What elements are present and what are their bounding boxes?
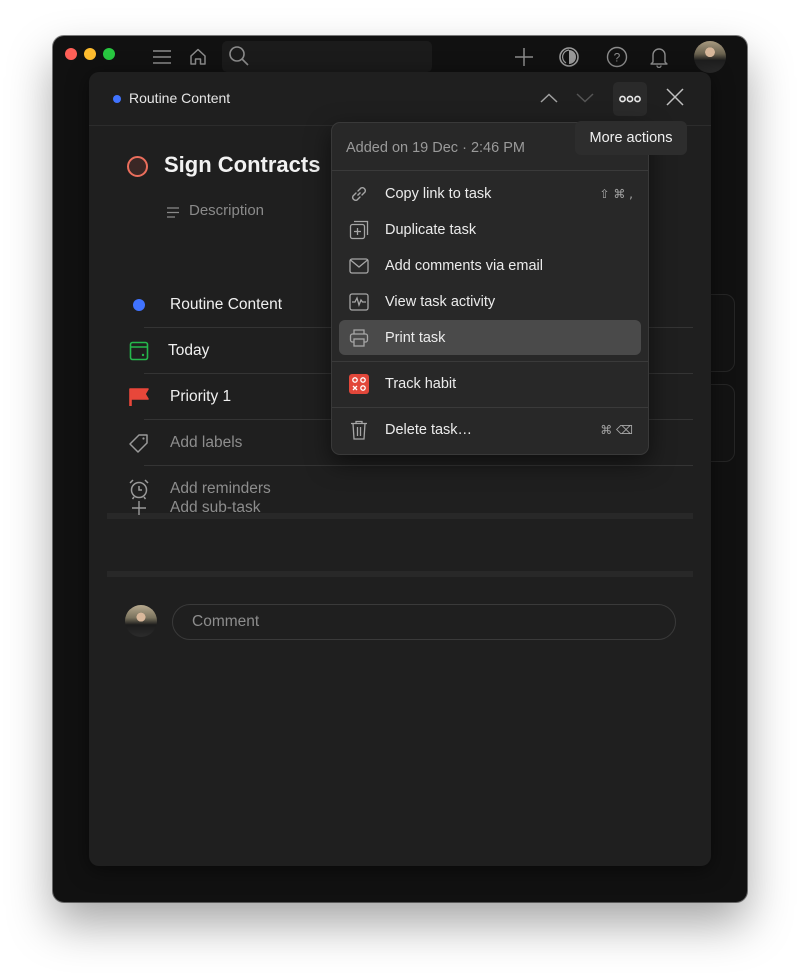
due-date-label: Today — [168, 342, 210, 359]
shortcut-hint: ⇧ ⌘ , — [599, 186, 634, 201]
plus-icon — [131, 500, 147, 521]
menu-item-label: Copy link to task — [385, 185, 492, 202]
svg-text:?: ? — [614, 51, 621, 65]
calendar-icon — [127, 339, 151, 363]
project-label: Routine Content — [170, 296, 283, 313]
bell-icon[interactable] — [646, 44, 672, 70]
print-icon — [349, 328, 369, 348]
tag-icon — [127, 431, 151, 455]
search-input[interactable] — [222, 41, 432, 72]
menu-item-duplicate[interactable]: Duplicate task — [339, 212, 641, 247]
menu-item-email-comments[interactable]: Add comments via email — [339, 248, 641, 283]
more-actions-tooltip: More actions — [575, 121, 687, 155]
previous-task-button[interactable] — [532, 82, 566, 116]
menu-item-label: Add comments via email — [385, 257, 543, 274]
add-subtask-label: Add sub-task — [170, 499, 261, 516]
more-actions-button[interactable] — [613, 82, 647, 116]
complete-task-checkbox[interactable] — [127, 156, 148, 177]
productivity-icon[interactable] — [556, 44, 582, 70]
close-modal-button[interactable] — [658, 82, 692, 116]
menu-item-label: Duplicate task — [385, 221, 477, 238]
more-icon — [619, 90, 641, 108]
project-dot-icon — [127, 293, 151, 317]
more-actions-menu: Added on 19 Dec · 2:46 PM Copy link to t… — [331, 122, 649, 455]
comment-input[interactable] — [172, 604, 676, 640]
labels-label: Add labels — [170, 434, 243, 451]
add-subtask-button[interactable]: Add sub-task — [107, 486, 693, 532]
chevron-up-icon — [540, 90, 558, 108]
close-icon — [666, 87, 684, 111]
user-avatar[interactable] — [694, 41, 726, 73]
plus-icon[interactable] — [511, 44, 537, 70]
next-task-button[interactable] — [568, 82, 602, 116]
menu-item-track-habit[interactable]: Track habit — [339, 366, 641, 401]
menu-divider — [332, 361, 648, 362]
task-added-timestamp: Added on 19 Dec · 2:46 PM — [346, 140, 525, 156]
duplicate-icon — [349, 220, 369, 240]
activity-icon — [349, 292, 369, 312]
habit-icon — [349, 373, 369, 394]
priority-label: Priority 1 — [170, 388, 232, 405]
menu-item-activity[interactable]: View task activity — [339, 284, 641, 319]
link-icon — [349, 184, 369, 204]
flag-icon — [127, 385, 151, 409]
help-icon[interactable]: ? — [604, 44, 630, 70]
trash-icon — [349, 420, 369, 440]
description-icon — [167, 205, 179, 223]
menu-item-label: Print task — [385, 329, 446, 346]
chevron-down-icon — [576, 90, 594, 108]
zoom-window-button[interactable] — [103, 48, 115, 60]
menu-item-print[interactable]: Print task — [339, 320, 641, 355]
menu-divider — [332, 407, 648, 408]
project-dot-icon — [113, 95, 121, 103]
project-breadcrumb[interactable]: Routine Content — [129, 90, 230, 106]
search-icon — [226, 43, 252, 69]
comment-avatar — [125, 605, 157, 637]
menu-item-delete[interactable]: Delete task… ⌘ ⌫ — [339, 412, 641, 447]
menu-icon[interactable] — [149, 44, 175, 70]
close-window-button[interactable] — [65, 48, 77, 60]
menu-item-label: View task activity — [385, 293, 496, 310]
description-field[interactable]: Description — [189, 202, 264, 219]
menu-divider — [332, 170, 648, 171]
menu-item-label: Track habit — [385, 375, 457, 392]
mail-icon — [349, 256, 369, 276]
menu-item-label: Delete task… — [385, 421, 473, 438]
home-icon[interactable] — [185, 44, 211, 70]
section-divider — [107, 571, 693, 577]
modal-header: Routine Content — [89, 72, 711, 126]
menu-item-copy-link[interactable]: Copy link to task ⇧ ⌘ , — [339, 176, 641, 211]
task-title[interactable]: Sign Contracts — [164, 152, 320, 178]
minimize-window-button[interactable] — [84, 48, 96, 60]
shortcut-hint: ⌘ ⌫ — [600, 422, 633, 437]
